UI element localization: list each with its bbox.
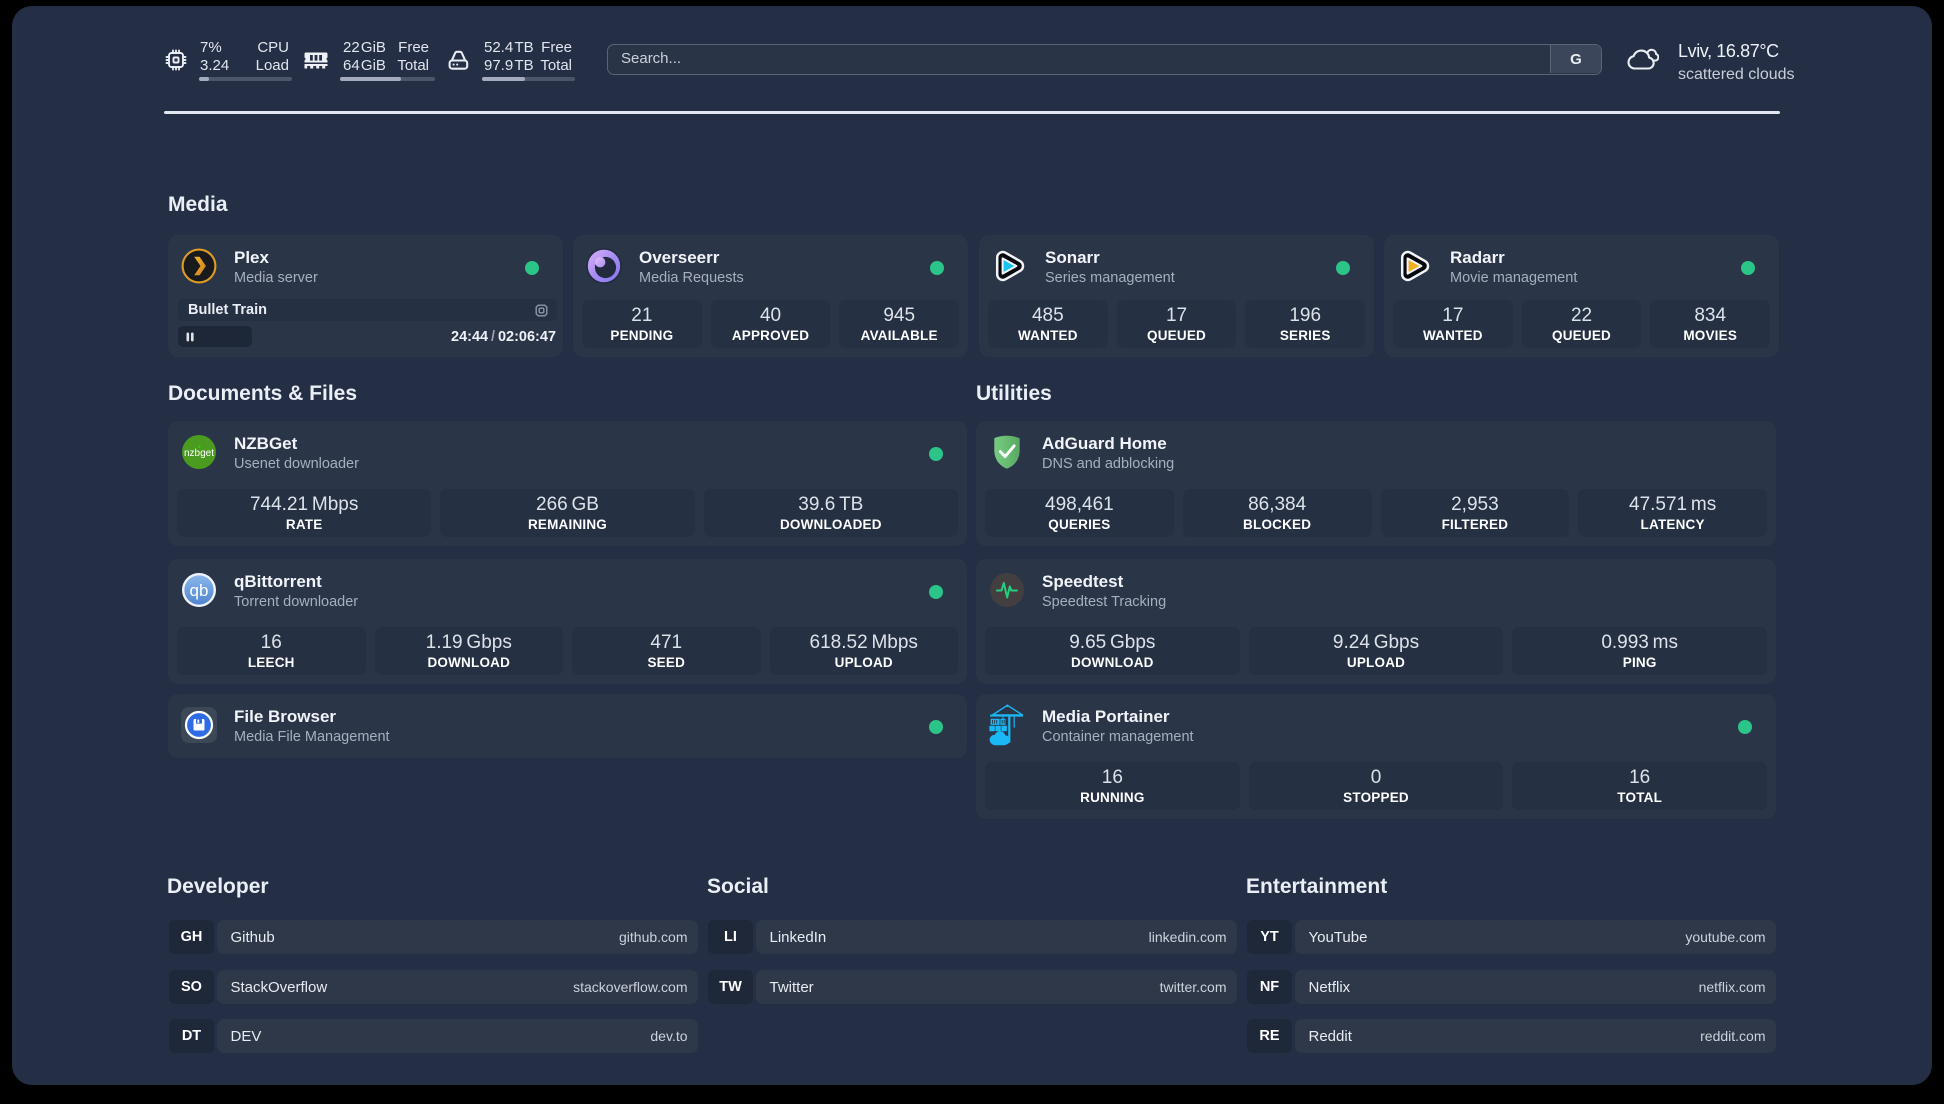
svg-text:nzbget: nzbget [184, 448, 214, 459]
svg-text:qb: qb [190, 581, 209, 600]
